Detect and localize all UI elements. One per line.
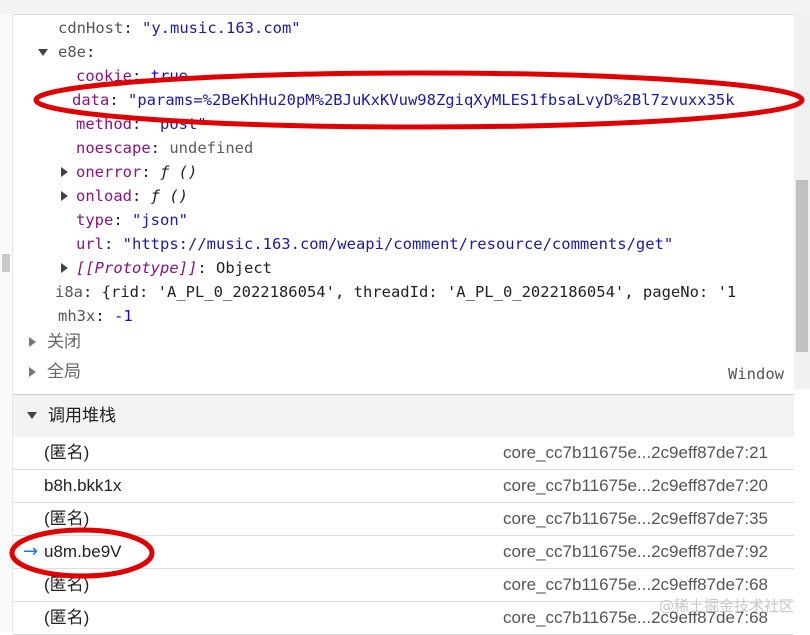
scope-value: "json" bbox=[132, 211, 188, 229]
scope-row-data: data: "params=%2BeKhHu20pM%2BJuKxKVuw98Z… bbox=[72, 91, 735, 109]
scope-value: "params=%2BeKhHu20pM%2BJuKxKVuw98ZgiqXyM… bbox=[128, 91, 735, 109]
global-scope[interactable]: 全局 bbox=[29, 360, 81, 384]
expand-right-icon[interactable] bbox=[29, 337, 36, 347]
collapse-down-icon[interactable] bbox=[27, 412, 37, 419]
scope-row-onload[interactable]: onload: ƒ () bbox=[61, 184, 188, 208]
frame-location[interactable]: core_cc7b11675e...2c9eff87de7:35 bbox=[503, 503, 768, 535]
frame-name: (匿名) bbox=[44, 509, 90, 528]
scope-value: true bbox=[150, 67, 188, 85]
callstack-frame-current[interactable]: → u8m.be9V core_cc7b11675e...2c9eff87de7… bbox=[13, 536, 794, 569]
expand-down-icon[interactable] bbox=[38, 49, 48, 56]
scope-key: noescape bbox=[76, 139, 151, 157]
scope-row-cdnhost: cdnHost: "y.music.163.com" bbox=[58, 19, 301, 37]
expand-right-icon[interactable] bbox=[61, 263, 68, 273]
frame-location[interactable]: core_cc7b11675e...2c9eff87de7:21 bbox=[503, 437, 768, 469]
scope-key: cookie bbox=[76, 67, 132, 85]
frame-location[interactable]: core_cc7b11675e...2c9eff87de7:92 bbox=[503, 536, 768, 568]
scope-value: "y.music.163.com" bbox=[142, 19, 301, 37]
gutter-handle[interactable] bbox=[2, 254, 10, 272]
scope-row-url: url: "https://music.163.com/weapi/commen… bbox=[76, 235, 674, 253]
scope-key: url bbox=[76, 235, 104, 253]
callstack-frame[interactable]: (匿名) core_cc7b11675e...2c9eff87de7:35 bbox=[13, 503, 794, 536]
expand-right-icon[interactable] bbox=[61, 191, 68, 201]
scope-row-onerror[interactable]: onerror: ƒ () bbox=[61, 160, 198, 184]
frame-name: (匿名) bbox=[44, 575, 90, 594]
frame-name: (匿名) bbox=[44, 443, 90, 462]
callstack-frame[interactable]: b8h.bkk1x core_cc7b11675e...2c9eff87de7:… bbox=[13, 470, 794, 503]
scope-key: type bbox=[76, 211, 114, 229]
frame-name: u8m.be9V bbox=[44, 542, 122, 561]
scope-row-method: method: "post" bbox=[76, 115, 207, 133]
scope-row-mh3x: mh3x: -1 bbox=[58, 307, 133, 325]
watermark: @稀土掘金技术社区 bbox=[658, 597, 794, 615]
scope-value: "post" bbox=[150, 115, 207, 133]
scope-value: "https://music.163.com/weapi/comment/res… bbox=[122, 235, 674, 253]
scope-value: {rid: 'A_PL_0_2022186054', threadId: 'A_… bbox=[101, 283, 737, 301]
scope-key: method bbox=[76, 115, 132, 133]
scope-scroll-thumb[interactable] bbox=[796, 180, 808, 352]
expand-right-icon[interactable] bbox=[29, 367, 36, 377]
scope-row-prototype[interactable]: [[Prototype]]: Object bbox=[61, 256, 272, 280]
closure-scope[interactable]: 关闭 bbox=[29, 330, 81, 354]
expand-right-icon[interactable] bbox=[61, 167, 68, 177]
scope-key: data bbox=[72, 91, 110, 109]
scope-row-i8a[interactable]: i8a: {rid: 'A_PL_0_2022186054', threadId… bbox=[55, 280, 794, 304]
global-label: 全局 bbox=[47, 362, 81, 381]
toolbar-strip bbox=[0, 0, 810, 15]
scope-value: Object bbox=[216, 259, 272, 277]
scope-row-noescape: noescape: undefined bbox=[76, 139, 254, 157]
closure-label: 关闭 bbox=[47, 332, 81, 351]
frame-location[interactable]: core_cc7b11675e...2c9eff87de7:20 bbox=[503, 470, 768, 502]
frame-name: b8h.bkk1x bbox=[44, 476, 122, 495]
scope-key: [[Prototype]] bbox=[76, 259, 198, 277]
scope-value: undefined bbox=[169, 139, 254, 157]
current-frame-arrow-icon: → bbox=[23, 541, 39, 562]
frame-name: (匿名) bbox=[44, 608, 90, 627]
scope-row-cookie: cookie: true bbox=[76, 67, 188, 85]
scope-key: e8e bbox=[58, 43, 86, 61]
scope-row-e8e[interactable]: e8e: bbox=[38, 40, 95, 64]
scope-value: ƒ () bbox=[150, 187, 188, 205]
scope-key: i8a bbox=[55, 283, 83, 301]
left-panel-gutter[interactable] bbox=[0, 14, 13, 632]
global-value: Window bbox=[728, 365, 784, 383]
callstack-header[interactable]: 调用堆栈 bbox=[13, 394, 794, 438]
callstack-title: 调用堆栈 bbox=[48, 406, 116, 425]
callstack-frame[interactable]: (匿名) core_cc7b11675e...2c9eff87de7:21 bbox=[13, 437, 794, 470]
scope-row-type: type: "json" bbox=[76, 211, 188, 229]
scope-key: mh3x bbox=[58, 307, 96, 325]
scope-key: onerror bbox=[76, 163, 142, 181]
scope-key: onload bbox=[76, 187, 132, 205]
scope-value: -1 bbox=[114, 307, 133, 325]
scope-key: cdnHost bbox=[58, 19, 124, 37]
scope-value: ƒ () bbox=[160, 163, 198, 181]
